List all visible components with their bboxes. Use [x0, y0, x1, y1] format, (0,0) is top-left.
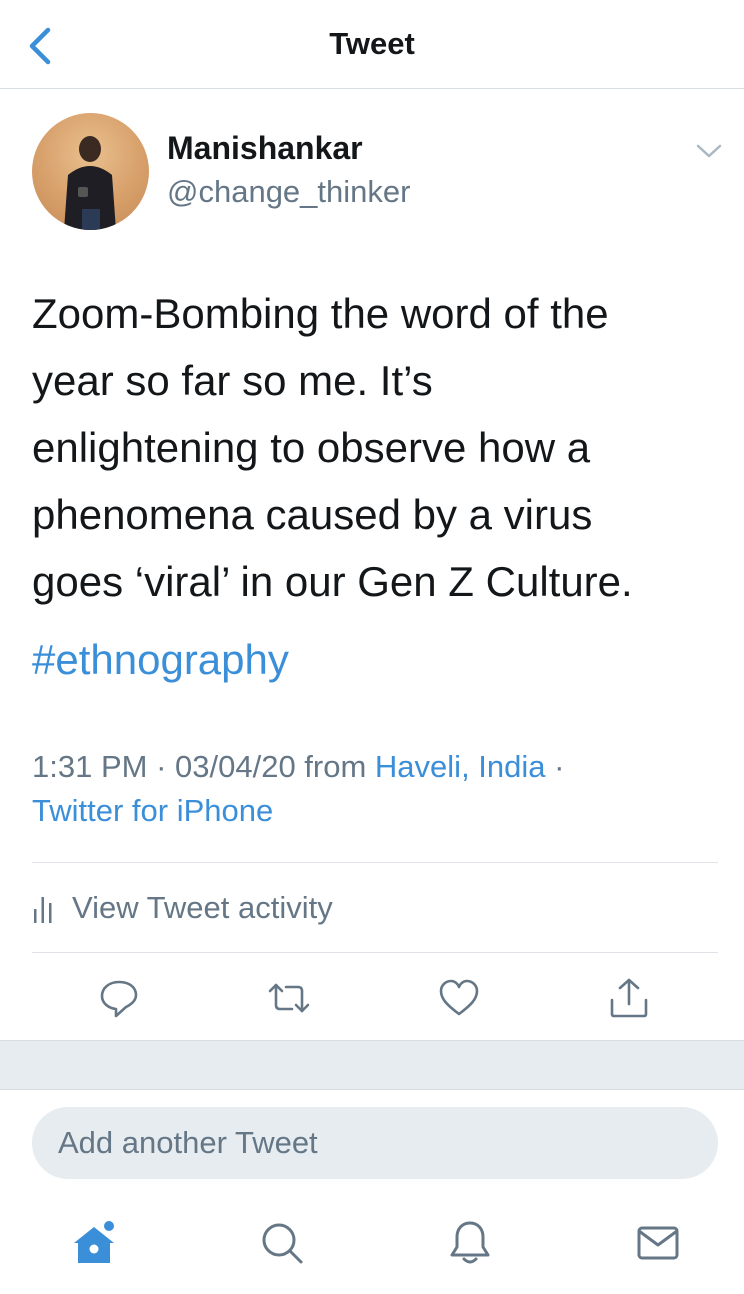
- add-tweet-input[interactable]: Add another Tweet: [32, 1107, 718, 1179]
- view-activity-label: View Tweet activity: [72, 890, 333, 925]
- meta-separator: ·: [545, 749, 565, 784]
- retweet-button[interactable]: [267, 976, 311, 1020]
- tweet-text: Zoom-Bombing the word of the year so far…: [32, 290, 633, 605]
- mail-icon: [637, 1226, 679, 1260]
- home-icon: [74, 1219, 116, 1263]
- location-link[interactable]: Haveli, India: [375, 749, 546, 784]
- tab-search[interactable]: [258, 1219, 306, 1267]
- tweet-time: 1:31 PM: [32, 749, 148, 784]
- avatar-photo: [64, 136, 116, 230]
- share-icon: [610, 978, 648, 1018]
- tweet-date: 03/04/20: [175, 749, 296, 784]
- top-bar: Tweet: [0, 0, 744, 89]
- view-activity-button[interactable]: View Tweet activity: [32, 880, 333, 936]
- share-button[interactable]: [607, 976, 651, 1020]
- search-icon: [262, 1223, 303, 1264]
- hashtag-link[interactable]: #ethnography: [32, 636, 289, 684]
- tab-bar: [0, 1205, 744, 1294]
- retweet-icon: [268, 983, 310, 1013]
- tab-notifications[interactable]: [446, 1219, 494, 1267]
- tweet-meta: 1:31 PM · 03/04/20 from Haveli, India · …: [32, 745, 722, 833]
- author-handle[interactable]: @change_thinker: [167, 174, 410, 210]
- bell-icon: [450, 1221, 490, 1264]
- tab-messages[interactable]: [634, 1219, 682, 1267]
- meta-separator: ·: [147, 749, 176, 784]
- reply-button[interactable]: [97, 976, 141, 1020]
- avatar[interactable]: [32, 113, 149, 230]
- divider: [32, 952, 718, 953]
- bar-chart-icon: [34, 897, 52, 923]
- meta-from: from: [295, 749, 375, 784]
- divider: [32, 862, 718, 863]
- page-title: Tweet: [329, 26, 415, 61]
- add-tweet-placeholder: Add another Tweet: [58, 1125, 318, 1160]
- chevron-down-icon: [696, 144, 722, 158]
- section-separator: [0, 1040, 744, 1090]
- reply-icon: [100, 980, 138, 1018]
- tweet-actions: [0, 976, 744, 1024]
- like-button[interactable]: [437, 976, 481, 1020]
- more-options-button[interactable]: [694, 138, 724, 164]
- author-name[interactable]: Manishankar: [167, 130, 363, 167]
- heart-icon: [439, 979, 479, 1016]
- source-link[interactable]: Twitter for iPhone: [32, 793, 273, 828]
- tab-home[interactable]: [70, 1219, 118, 1267]
